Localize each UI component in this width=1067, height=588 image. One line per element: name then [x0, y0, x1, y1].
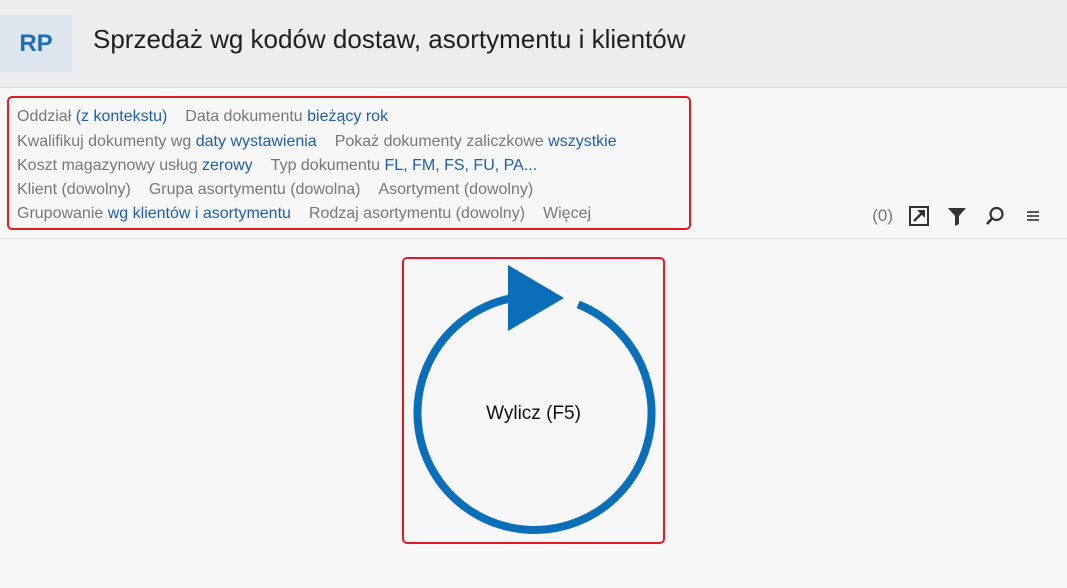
- param-row-1: Oddział (z kontekstu) Data dokumentu bież…: [17, 107, 388, 127]
- calculate-button[interactable]: Wylicz (F5): [402, 257, 665, 544]
- menu-icon[interactable]: [1021, 204, 1045, 228]
- toolbar: (0): [872, 202, 1045, 230]
- calculate-label: Wylicz (F5): [486, 403, 581, 424]
- param-qualify-value[interactable]: daty wystawienia: [196, 133, 317, 150]
- param-service-cost-value[interactable]: zerowy: [202, 157, 253, 174]
- param-product-kind[interactable]: Rodzaj asortymentu (dowolny): [309, 205, 525, 222]
- param-branch-value[interactable]: (z kontekstu): [76, 108, 168, 125]
- result-count: (0): [872, 206, 893, 225]
- more-params-link[interactable]: Więcej: [543, 205, 591, 222]
- param-document-type-label: Typ dokumentu: [270, 157, 381, 174]
- param-document-date-label: Data dokumentu: [185, 108, 303, 125]
- param-row-5: Grupowanie wg klientów i asortymentu Rodz…: [17, 204, 591, 224]
- param-grouping-label: Grupowanie: [17, 205, 104, 222]
- param-advance-docs-value[interactable]: wszystkie: [548, 133, 616, 150]
- param-qualify-label: Kwalifikuj dokumenty wg: [17, 133, 192, 150]
- param-advance-docs-label: Pokaż dokumenty zaliczkowe: [334, 133, 544, 150]
- param-row-4: Klient (dowolny) Grupa asortymentu (dowol…: [17, 180, 533, 200]
- param-product[interactable]: Asortyment (dowolny): [378, 181, 533, 198]
- page-title: Sprzedaż wg kodów dostaw, asortymentu i …: [93, 24, 686, 54]
- app-badge: RP: [0, 15, 72, 72]
- param-product-group[interactable]: Grupa asortymentu (dowolna): [149, 181, 361, 198]
- export-icon[interactable]: [907, 204, 931, 228]
- param-document-type-value[interactable]: FL, FM, FS, FU, PA...: [385, 157, 538, 174]
- param-branch-label: Oddział: [17, 108, 72, 125]
- search-icon[interactable]: [983, 204, 1007, 228]
- param-client[interactable]: Klient (dowolny): [17, 181, 131, 198]
- report-parameters-panel: Oddział (z kontekstu) Data dokumentu bież…: [7, 96, 691, 230]
- param-row-3: Koszt magazynowy usług zerowy Typ dokumen…: [17, 156, 537, 176]
- filter-icon[interactable]: [945, 204, 969, 228]
- app-header: RP Sprzedaż wg kodów dostaw, asortymentu…: [0, 0, 1067, 88]
- param-service-cost-label: Koszt magazynowy usług: [17, 157, 198, 174]
- refresh-circle-icon: [413, 265, 656, 534]
- param-document-date-value[interactable]: bieżący rok: [307, 108, 388, 125]
- param-row-2: Kwalifikuj dokumenty wg daty wystawienia…: [17, 132, 617, 152]
- param-grouping-value[interactable]: wg klientów i asortymentu: [108, 205, 291, 222]
